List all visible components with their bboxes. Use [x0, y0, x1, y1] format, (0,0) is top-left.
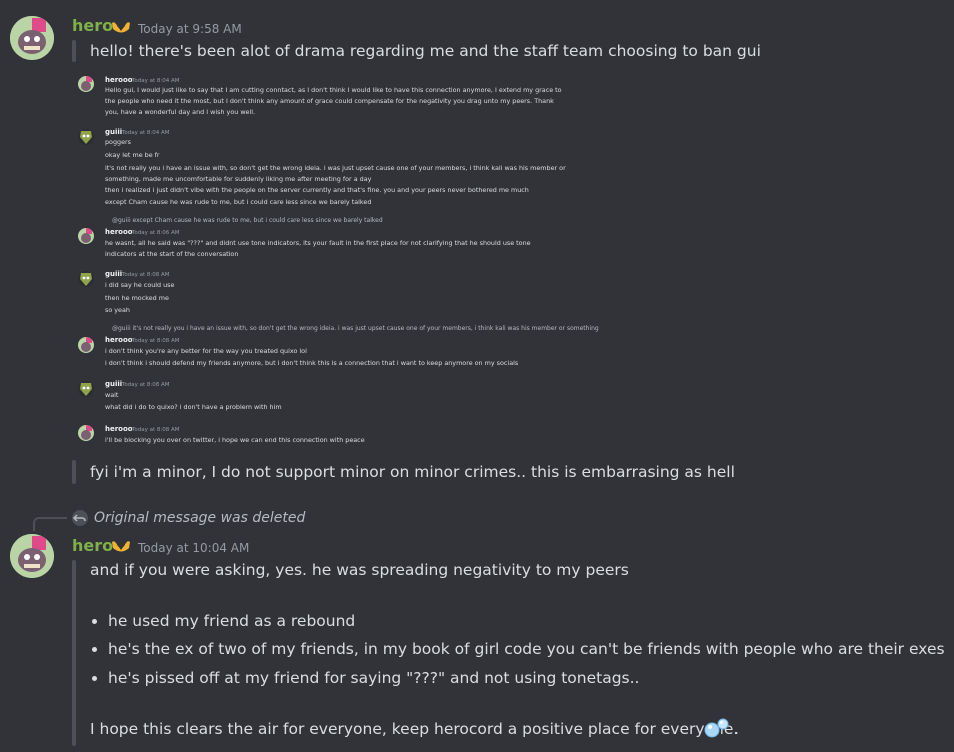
bullet-dot [92, 676, 97, 681]
message-line: he wasnt, all he said was "???" and didn… [105, 239, 531, 247]
message-line: okay let me be fr [105, 151, 160, 159]
username: herooo [105, 425, 133, 433]
username[interactable]: hero [72, 536, 113, 555]
message-line: then he mocked me [105, 294, 169, 302]
message-text: . [734, 720, 739, 738]
reply-arrow-icon [72, 510, 88, 526]
message-line: you, have a wonderful day and I wish you… [105, 108, 256, 116]
bullet-dot [92, 647, 97, 652]
embedded-screenshot[interactable]: herooo Today at 8:04 AM Hello gui, I wou… [72, 66, 599, 454]
message-line: something, made me uncomfortable for sud… [105, 175, 372, 183]
message-line: i don't think you're any better for the … [105, 347, 307, 355]
username: herooo [105, 76, 133, 84]
message-line: poggers [105, 138, 131, 146]
message-text: I hope this clears the air for everyone,… [90, 720, 739, 738]
avatar [78, 76, 94, 92]
message-line: so yeah [105, 306, 130, 314]
message-line: Hello gui, I would just like to say that… [105, 86, 562, 94]
avatar [78, 129, 94, 145]
avatar [78, 425, 94, 441]
username: herooo [105, 336, 133, 344]
deleted-reply-text[interactable]: Original message was deleted [94, 510, 305, 526]
reply-connector [33, 517, 67, 531]
timestamp: Today at 8:08 AM [132, 427, 180, 433]
timestamp: Today at 8:06 AM [132, 230, 180, 236]
avatar [78, 381, 94, 397]
message-text: fyi i'm a minor, I do not support minor … [90, 463, 735, 481]
quote-bar [72, 560, 76, 746]
timestamp: Today at 10:04 AM [138, 541, 250, 555]
list-item: he's pissed off at my friend for saying … [108, 669, 640, 687]
message-line: indicators at the start of the conversat… [105, 250, 239, 258]
username: guiii [105, 380, 123, 388]
message-line: i did say he could use [105, 281, 175, 289]
reply-reference: @guiii except Cham cause he was rude to … [112, 217, 383, 224]
username: guiii [105, 128, 123, 136]
timestamp: Today at 8:04 AM [132, 78, 180, 84]
username: herooo [105, 228, 133, 236]
message-line: wait [105, 391, 119, 399]
timestamp: Today at 8:04 AM [122, 130, 170, 136]
username: guiii [105, 270, 123, 278]
message-line: the people who need it the most, but I d… [105, 97, 554, 105]
avatar [78, 228, 94, 244]
username[interactable]: hero [72, 16, 113, 35]
message-line: i'll be blocking you over on twitter, i … [105, 436, 365, 444]
message-line: it's not really you i have an issue with… [105, 164, 566, 172]
list-item: he's the ex of two of my friends, in my … [108, 640, 945, 658]
quote-bar [72, 460, 76, 484]
avatar [78, 271, 94, 287]
avatar[interactable] [10, 16, 54, 60]
timestamp: Today at 8:08 AM [122, 382, 170, 388]
message-text: hello! there's been alot of drama regard… [90, 42, 761, 60]
message-text: and if you were asking, yes. he was spre… [90, 561, 629, 579]
message-line: then i realized i just didn't vibe with … [105, 186, 529, 194]
avatar[interactable] [10, 534, 54, 578]
list-item: he used my friend as a rebound [108, 612, 356, 630]
message-line: except Cham cause he was rude to me, but… [105, 198, 372, 206]
bullet-dot [92, 619, 97, 624]
message-line: what did i do to quixo? i don't have a p… [105, 403, 282, 411]
heart-hands-icon [112, 541, 130, 552]
timestamp: Today at 8:08 AM [122, 272, 170, 278]
message-line: i don't think i should defend my friends… [105, 359, 519, 367]
timestamp: Today at 9:58 AM [138, 22, 242, 36]
avatar [78, 337, 94, 353]
quote-bar [72, 40, 76, 62]
heart-hands-icon [112, 22, 130, 33]
timestamp: Today at 8:08 AM [132, 338, 180, 344]
bubbles-emoji-icon [704, 718, 729, 738]
reply-reference: @guiii it's not really you i have an iss… [112, 325, 599, 332]
